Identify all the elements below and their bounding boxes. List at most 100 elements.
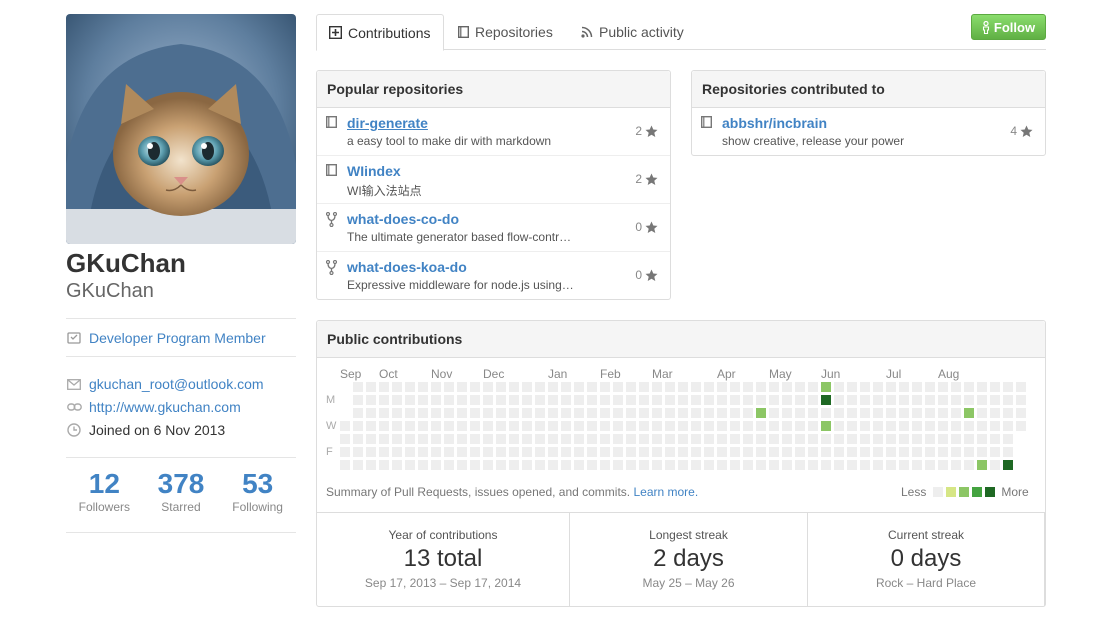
contribution-day[interactable] [977, 460, 987, 470]
contribution-day[interactable] [743, 447, 753, 457]
contribution-day[interactable] [613, 408, 623, 418]
contribution-day[interactable] [613, 434, 623, 444]
contribution-day[interactable] [795, 434, 805, 444]
contribution-day[interactable] [483, 434, 493, 444]
contribution-day[interactable] [678, 447, 688, 457]
contribution-day[interactable] [483, 421, 493, 431]
contribution-day[interactable] [379, 447, 389, 457]
contribution-day[interactable] [626, 434, 636, 444]
contribution-day[interactable] [756, 395, 766, 405]
contribution-day[interactable] [431, 395, 441, 405]
contribution-day[interactable] [873, 421, 883, 431]
contribution-day[interactable] [899, 447, 909, 457]
contribution-day[interactable] [418, 395, 428, 405]
contribution-day[interactable] [379, 434, 389, 444]
stat-followers[interactable]: 12 Followers [66, 468, 142, 514]
contribution-day[interactable] [691, 382, 701, 392]
contribution-day[interactable] [457, 447, 467, 457]
contribution-day[interactable] [392, 382, 402, 392]
contribution-day[interactable] [925, 408, 935, 418]
contribution-day[interactable] [730, 382, 740, 392]
contribution-day[interactable] [613, 447, 623, 457]
contribution-day[interactable] [782, 434, 792, 444]
contribution-day[interactable] [613, 460, 623, 470]
contribution-day[interactable] [808, 421, 818, 431]
contribution-day[interactable] [743, 408, 753, 418]
contribution-day[interactable] [600, 447, 610, 457]
contribution-day[interactable] [769, 408, 779, 418]
contribution-day[interactable] [431, 421, 441, 431]
contribution-day[interactable] [600, 408, 610, 418]
contribution-day[interactable] [691, 395, 701, 405]
contribution-day[interactable] [704, 382, 714, 392]
contribution-day[interactable] [717, 460, 727, 470]
contribution-day[interactable] [431, 382, 441, 392]
contribution-day[interactable] [808, 447, 818, 457]
contribution-day[interactable] [678, 382, 688, 392]
contribution-day[interactable] [574, 421, 584, 431]
contribution-day[interactable] [431, 408, 441, 418]
contribution-day[interactable] [457, 421, 467, 431]
contribution-day[interactable] [899, 460, 909, 470]
contribution-day[interactable] [665, 408, 675, 418]
contribution-day[interactable] [886, 447, 896, 457]
contribution-day[interactable] [509, 421, 519, 431]
list-item[interactable]: dir-generate a easy tool to make dir wit… [317, 108, 670, 156]
contribution-day[interactable] [678, 408, 688, 418]
contribution-day[interactable] [392, 434, 402, 444]
contribution-day[interactable] [938, 382, 948, 392]
contribution-day[interactable] [600, 434, 610, 444]
contribution-day[interactable] [535, 434, 545, 444]
contribution-day[interactable] [470, 447, 480, 457]
contribution-day[interactable] [977, 447, 987, 457]
contribution-day[interactable] [652, 395, 662, 405]
contribution-day[interactable] [899, 382, 909, 392]
contribution-day[interactable] [795, 408, 805, 418]
repo-name-link[interactable]: WIindex [347, 163, 401, 179]
learn-more-link[interactable]: Learn more. [633, 485, 698, 499]
contribution-day[interactable] [457, 434, 467, 444]
contribution-day[interactable] [444, 434, 454, 444]
contribution-day[interactable] [470, 408, 480, 418]
contribution-day[interactable] [756, 382, 766, 392]
contribution-day[interactable] [548, 408, 558, 418]
contribution-day[interactable] [522, 408, 532, 418]
contribution-day[interactable] [912, 447, 922, 457]
contribution-day[interactable] [782, 382, 792, 392]
contribution-day[interactable] [522, 395, 532, 405]
contribution-day[interactable] [639, 395, 649, 405]
contribution-day[interactable] [639, 421, 649, 431]
contribution-day[interactable] [561, 447, 571, 457]
contribution-day[interactable] [743, 460, 753, 470]
contribution-day[interactable] [730, 395, 740, 405]
contribution-day[interactable] [834, 460, 844, 470]
contribution-day[interactable] [561, 408, 571, 418]
contribution-day[interactable] [405, 447, 415, 457]
contribution-day[interactable] [704, 460, 714, 470]
contribution-day[interactable] [574, 408, 584, 418]
contribution-day[interactable] [938, 395, 948, 405]
contribution-day[interactable] [873, 434, 883, 444]
contribution-day[interactable] [444, 460, 454, 470]
contribution-day[interactable] [509, 395, 519, 405]
contribution-day[interactable] [808, 434, 818, 444]
contribution-day[interactable] [496, 408, 506, 418]
contribution-day[interactable] [405, 421, 415, 431]
contribution-day[interactable] [925, 460, 935, 470]
contribution-day[interactable] [782, 408, 792, 418]
contribution-day[interactable] [444, 408, 454, 418]
contribution-day[interactable] [535, 382, 545, 392]
contribution-day[interactable] [847, 421, 857, 431]
contribution-day[interactable] [613, 395, 623, 405]
contribution-day[interactable] [769, 434, 779, 444]
contribution-day[interactable] [678, 421, 688, 431]
contribution-day[interactable] [886, 408, 896, 418]
contribution-day[interactable] [353, 434, 363, 444]
contribution-day[interactable] [899, 395, 909, 405]
contribution-day[interactable] [418, 447, 428, 457]
contribution-day[interactable] [353, 395, 363, 405]
contribution-day[interactable] [548, 395, 558, 405]
contribution-day[interactable] [691, 434, 701, 444]
contribution-day[interactable] [587, 460, 597, 470]
contribution-day[interactable] [1003, 447, 1013, 457]
